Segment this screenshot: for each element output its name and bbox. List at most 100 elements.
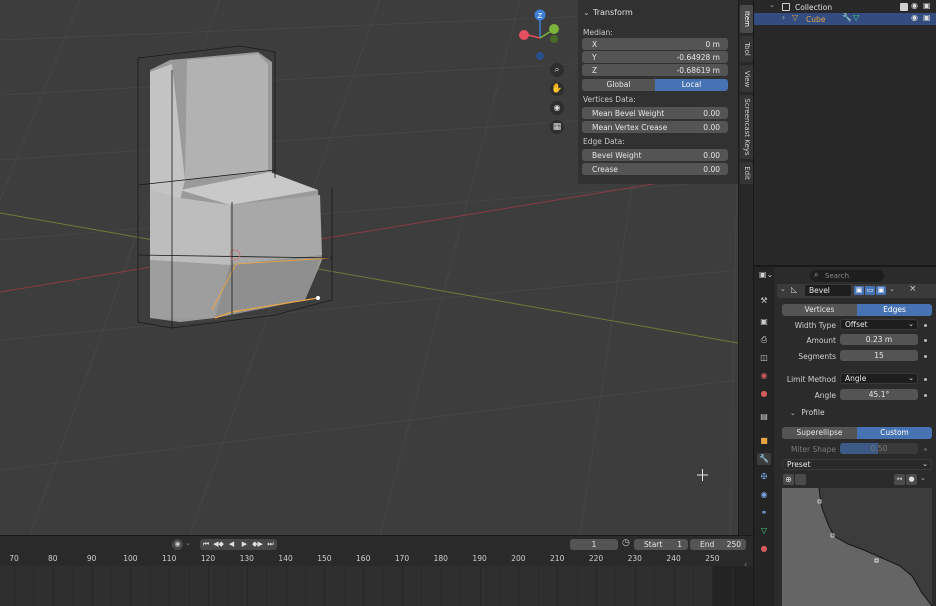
profile-subpanel-header[interactable]: ⌄ Profile [790,408,825,417]
angle-field[interactable]: 45.1° [840,389,918,400]
frame-number: 230 [627,554,642,563]
search-input[interactable]: ⌕ Search [810,270,884,282]
chevron-left-icon[interactable]: ‹ [744,560,747,569]
edges-button[interactable]: Edges [857,304,932,316]
limit-method-dropdown[interactable]: Angle ⌄ [840,373,918,384]
grid-icon[interactable]: ▦ [550,120,564,134]
scene-range-end-shade [713,566,753,606]
data-tab-icon[interactable]: ▽ [757,525,771,537]
animate-dot[interactable] [924,355,927,358]
local-button[interactable]: Local [655,79,728,91]
zoom-in-icon[interactable]: ⊕ [783,474,794,485]
chevron-down-icon: ⌄ [583,7,590,17]
tool-tab-icon[interactable]: ⚒ [757,295,771,307]
chevron-down-icon[interactable]: ⌄ [920,474,926,482]
timeline[interactable]: 70 80 90 100 110 120 130 140 150 160 170 180 190 200 2… [0,552,753,606]
width-type-dropdown[interactable]: Offset ⌄ [840,319,918,330]
eye-icon[interactable]: ◉ [911,1,918,10]
clip-icon[interactable]: ● [906,474,917,485]
superellipse-button[interactable]: Superellipse [782,427,857,439]
view-layer-tab-icon[interactable]: ◫ [757,352,771,364]
mean-vertex-crease-field[interactable]: Mean Vertex Crease 0.00 [582,121,728,133]
transform-title: Transform [593,7,633,17]
camera-icon[interactable]: ▣ [923,1,931,10]
tab-view[interactable]: View [740,65,753,92]
vertices-button[interactable]: Vertices [782,304,857,316]
animate-dot[interactable] [924,339,927,342]
camera-icon[interactable]: ▣ [923,13,931,22]
particles-tab-icon[interactable]: ✠ [757,471,771,483]
physics-tab-icon[interactable]: ◉ [757,489,771,501]
camera-icon[interactable]: ◉ [550,101,564,115]
constraints-tab-icon[interactable]: ⚭ [757,507,771,519]
chevron-down-icon[interactable]: ⌄ [185,539,191,547]
chevron-right-icon[interactable]: › [782,13,785,22]
preset-dropdown[interactable]: Preset ⌄ [782,459,932,470]
chevron-down-icon[interactable]: ⌄ [780,285,786,293]
profile-curve[interactable] [782,487,933,606]
tab-tool[interactable]: Tool [740,36,753,62]
world-tab-icon[interactable]: ● [757,388,771,400]
collection-tab-icon[interactable]: ▤ [757,411,771,423]
wrench-icon[interactable]: 🔧 [842,13,852,22]
object-tab-icon[interactable]: ■ [757,435,771,447]
bevel-weight-field[interactable]: Bevel Weight 0.00 [582,149,728,161]
eye-icon[interactable]: ◉ [911,13,918,22]
close-icon[interactable]: × [909,284,917,294]
gizmo-neg-z [536,52,544,60]
jump-keyframe-forward-icon[interactable]: ◆▶ [251,539,264,550]
zoom-icon[interactable]: ⌕ [550,63,564,77]
mesh-data-icon[interactable]: ▽ [853,13,859,22]
material-tab-icon[interactable]: ● [757,543,771,555]
reset-view-icon[interactable]: ↔ [894,474,905,485]
jump-keyframe-back-icon[interactable]: ◀◆ [212,539,225,550]
outliner-row-collection[interactable]: ⌄ Collection ◉ ▣ [754,1,936,13]
mean-bevel-weight-field[interactable]: Mean Bevel Weight 0.00 [582,107,728,119]
jump-start-icon[interactable]: ⏮ [200,539,212,550]
median-y-field[interactable]: Y -0.64928 m [582,51,728,63]
animate-dot[interactable] [924,378,927,381]
median-x-field[interactable]: X 0 m [582,38,728,50]
animate-dot[interactable] [924,324,927,327]
amount-field[interactable]: 0.23 m [840,334,918,345]
play-reverse-icon[interactable]: ◀ [225,539,238,550]
play-icon[interactable]: ▶ [238,539,251,550]
animate-dot[interactable] [924,394,927,397]
transform-header[interactable]: ⌄ Transform [578,0,738,24]
dropdown-icon[interactable]: ⌄ [889,285,895,293]
editor-type-icon[interactable]: ▣⌄ [759,270,773,279]
global-button[interactable]: Global [582,79,655,91]
current-frame-field[interactable]: 1 [570,539,618,550]
frame-grid-line [499,566,500,606]
clock-icon[interactable]: ◷ [622,538,630,548]
modifier-header[interactable]: ⌄ ◺ Bevel ▣ ▭ ▣ ⌄ × [777,284,936,298]
tab-screencast-keys[interactable]: Screencast Keys [740,95,753,159]
edit-mode-toggle-icon[interactable]: ▣ [854,286,864,295]
scene-tab-icon[interactable]: ◉ [757,370,771,382]
frame-grid-line [169,566,171,606]
profile-curve-widget[interactable] [782,487,933,606]
jump-end-icon[interactable]: ⏭ [264,539,277,550]
tab-item[interactable]: Item [740,5,753,33]
chevron-down-icon[interactable]: ⌄ [769,1,775,9]
output-tab-icon[interactable]: ⎙ [757,334,771,346]
viewport-toggle-icon[interactable]: ▭ [865,286,875,295]
zoom-out-icon[interactable] [795,474,806,485]
keying-icon[interactable]: ◉ [172,539,183,550]
render-toggle-icon[interactable]: ▣ [876,286,886,295]
checkbox-icon[interactable] [900,3,908,11]
segments-field[interactable]: 15 [840,350,918,361]
frame-grid-line [111,566,112,606]
modifier-name-field[interactable]: Bevel [805,285,851,296]
render-tab-icon[interactable]: ▣ [757,316,771,328]
median-z-field[interactable]: Z -0.68619 m [582,64,728,76]
start-frame-field[interactable]: Start 1 [634,539,688,550]
end-frame-field[interactable]: End 250 [690,539,746,550]
modifier-tab-icon[interactable]: 🔧 [757,453,771,465]
frame-number: 80 [48,554,58,563]
crease-field[interactable]: Crease 0.00 [582,163,728,175]
tab-edit[interactable]: Edit [740,162,753,184]
custom-button[interactable]: Custom [857,427,932,439]
hand-pan-icon[interactable]: ✋ [550,82,564,96]
outliner-row-cube[interactable]: › ▽ Cube 🔧 ▽ ◉ ▣ [754,13,936,25]
